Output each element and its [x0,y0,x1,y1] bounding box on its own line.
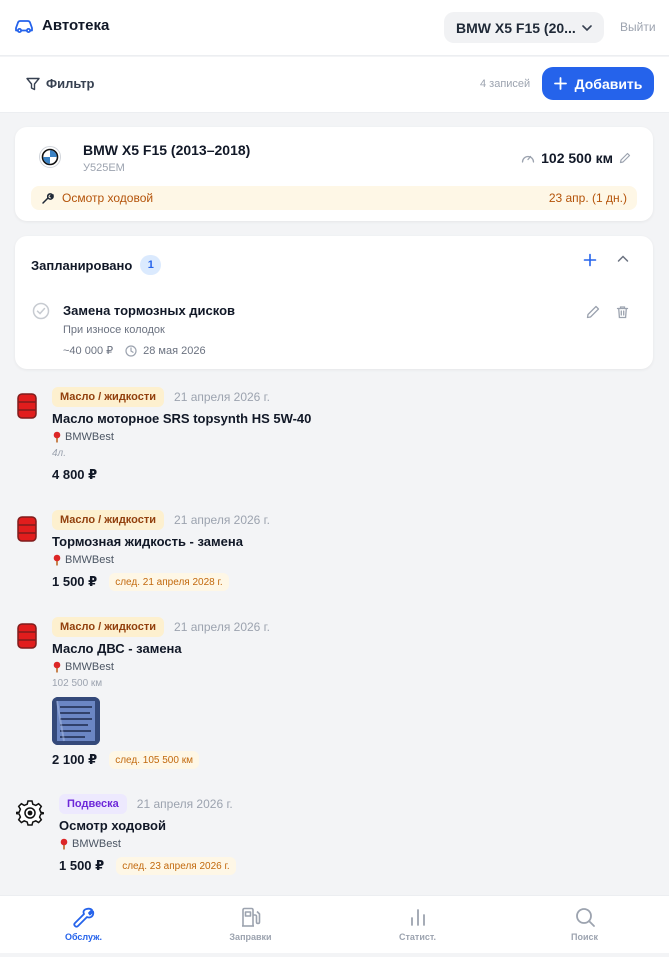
shop-name: BMWBest [65,661,114,673]
service-entry[interactable]: Подвеска 21 апреля 2026 г. Осмотр ходово… [0,792,669,882]
entry-price: 1 500 ₽ [52,574,98,589]
mileage: 102 500 км [521,150,631,166]
oil-barrel-icon [16,392,38,420]
mileage-value: 102 500 км [541,150,613,166]
entry-title: Масло ДВС - замена [52,641,182,656]
chart-icon [407,906,429,928]
planned-header[interactable]: Запланировано 1 [31,255,162,275]
plus-icon [553,77,567,90]
car-name: BMW X5 F15 (2013–2018) [83,142,251,158]
filter-icon [26,77,40,91]
filter-bar: Фильтр 4 записей Добавить [0,57,669,113]
add-button[interactable]: Добавить [542,67,654,100]
service-reminder[interactable]: Осмотр ходовой 23 апр. (1 дн.) [31,186,637,210]
bottom-nav: Обслуж. Заправки Статист. Поиск [0,895,669,953]
planned-task-subtitle: При износе колодок [63,324,165,336]
car-selector[interactable]: BMW X5 F15 (20... [444,12,604,43]
nav-stats[interactable]: Статист. [334,896,501,954]
category-badge: Масло / жидкости [52,387,165,407]
trash-icon[interactable] [616,305,629,319]
add-planned-icon[interactable] [583,253,597,267]
bmw-logo-icon [39,146,61,168]
brand[interactable]: Автотека [14,17,109,34]
entry-shop: BMWBest [52,661,114,673]
entry-price: 1 500 ₽ [59,858,105,873]
entry-title: Масло моторное SRS topsynth HS 5W-40 [52,411,312,426]
entry-note: 4л. [52,448,66,459]
pin-icon [52,554,62,566]
logout-button[interactable]: Выйти [620,20,656,34]
service-entry[interactable]: Масло / жидкости 21 апреля 2026 г. Масло… [0,615,669,775]
entry-shop: BMWBest [52,554,114,566]
filter-label: Фильтр [46,76,95,91]
planned-card: Запланировано 1 Замена тормозных дисков … [15,236,653,369]
car-selector-value: BMW X5 F15 (20... [456,19,576,36]
entry-mileage: 102 500 км [52,678,103,689]
app-title: Автотека [42,17,110,34]
gear-icon [16,799,44,827]
entry-date: 21 апреля 2026 г. [174,390,270,404]
nav-fuel[interactable]: Заправки [167,896,334,954]
planned-title: Запланировано [31,257,133,273]
pin-icon [59,838,69,850]
search-icon [574,906,596,928]
entry-shop: BMWBest [52,431,114,443]
wrench-icon [72,906,95,928]
entry-date: 21 апреля 2026 г. [136,797,233,811]
top-bar: Автотека BMW X5 F15 (20... Выйти [0,0,669,56]
shop-name: BMWBest [65,554,114,566]
planned-count-badge: 1 [140,255,162,275]
planned-task-meta: ~40 000 ₽ 28 мая 2026 [63,344,206,358]
records-count: 4 записей [480,78,531,90]
task-checkbox-icon[interactable] [32,302,50,320]
entry-date: 21 апреля 2026 г. [174,620,270,634]
reminder-due: 23 апр. (1 дн.) [548,191,627,205]
add-label: Добавить [574,75,643,92]
nav-search[interactable]: Поиск [501,896,668,954]
planned-task-cost: ~40 000 ₽ [63,345,114,357]
reminder-text: Осмотр ходовой [62,191,154,205]
pin-icon [52,431,62,443]
edit-icon[interactable] [586,305,600,319]
category-badge: Подвеска [59,794,127,814]
category-badge: Масло / жидкости [52,617,165,637]
nav-search-label: Поиск [570,932,598,942]
planned-task-date: 28 мая 2026 [143,344,206,357]
nav-fuel-label: Заправки [229,932,272,942]
nav-stats-label: Статист. [399,932,436,942]
car-icon [14,18,34,34]
edit-mileage-icon[interactable] [619,152,631,164]
chevron-up-icon[interactable] [617,255,629,263]
next-service-badge: след. 105 500 км [109,751,199,769]
category-badge: Масло / жидкости [52,510,165,530]
speedometer-icon [521,152,535,164]
nav-service-label: Обслуж. [64,932,103,942]
clock-icon [125,344,137,357]
oil-barrel-icon [16,622,38,650]
next-service-badge: след. 23 апреля 2026 г. [116,857,236,875]
chevron-down-icon [582,24,592,31]
entry-price: 4 800 ₽ [52,467,98,482]
planned-task-title: Замена тормозных дисков [63,303,236,318]
next-service-badge: след. 21 апреля 2028 г. [109,573,229,591]
wrench-icon [41,192,54,205]
receipt-photo[interactable] [52,697,100,745]
service-entry[interactable]: Масло / жидкости 21 апреля 2026 г. Масло… [0,385,669,495]
entry-price: 2 100 ₽ [52,752,98,767]
entry-date: 21 апреля 2026 г. [174,513,270,527]
entry-shop: BMWBest [59,838,121,850]
shop-name: BMWBest [72,838,121,850]
entry-title: Осмотр ходовой [59,818,166,833]
car-card[interactable]: BMW X5 F15 (2013–2018) У525ЕМ 102 500 км… [15,127,653,221]
filter-button[interactable]: Фильтр [26,76,95,91]
entry-title: Тормозная жидкость - замена [52,534,243,549]
nav-service[interactable]: Обслуж. [0,896,167,954]
service-entry[interactable]: Масло / жидкости 21 апреля 2026 г. Тормо… [0,508,669,598]
car-plate: У525ЕМ [83,162,125,174]
fuel-icon [240,906,262,928]
pin-icon [52,661,62,673]
oil-barrel-icon [16,515,38,543]
shop-name: BMWBest [65,431,114,443]
